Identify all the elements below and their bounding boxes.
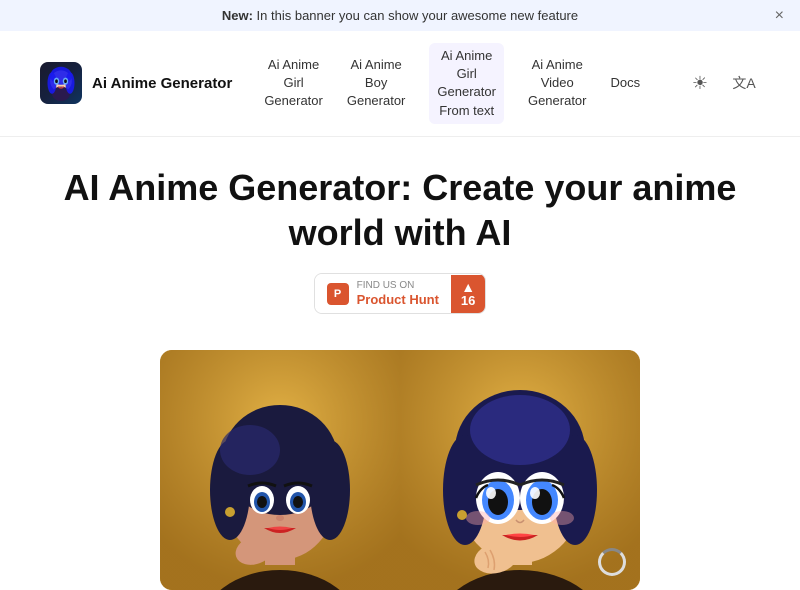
ph-text: FIND US ON Product Hunt — [357, 280, 439, 308]
ph-count-number: 16 — [461, 294, 475, 307]
preview-real-photo — [160, 350, 400, 590]
sun-icon: ☀ — [692, 73, 708, 94]
ph-logo-icon: P — [327, 283, 349, 305]
ph-badge-left: P FIND US ON Product Hunt — [315, 274, 451, 314]
banner-text: New: In this banner you can show your aw… — [222, 8, 578, 23]
logo-image — [40, 62, 82, 104]
nav-item-girl-generator[interactable]: Ai AnimeGirlGenerator — [264, 56, 323, 111]
nav-links: Ai AnimeGirlGenerator Ai AnimeBoyGenerat… — [264, 43, 652, 124]
theme-toggle-button[interactable]: ☀ — [684, 67, 716, 99]
nav-item-from-text[interactable]: Ai AnimeGirlGeneratorFrom text — [429, 43, 504, 124]
preview-container — [160, 350, 640, 590]
language-toggle-button[interactable]: 文A — [728, 67, 760, 99]
banner-close-button[interactable]: × — [775, 8, 784, 24]
nav-right-icons: ☀ 文A — [684, 67, 760, 99]
hero-section: AI Anime Generator: Create your anime wo… — [0, 137, 800, 351]
main-nav: Ai Anime Generator Ai AnimeGirlGenerator… — [0, 31, 800, 137]
nav-item-video-generator[interactable]: Ai AnimeVideoGenerator — [528, 56, 587, 111]
logo-link[interactable]: Ai Anime Generator — [40, 62, 232, 104]
announcement-banner: New: In this banner you can show your aw… — [0, 0, 800, 31]
nav-item-docs[interactable]: Docs — [611, 74, 641, 92]
product-hunt-badge[interactable]: P FIND US ON Product Hunt ▲ 16 — [314, 273, 487, 315]
hero-title: AI Anime Generator: Create your anime wo… — [40, 165, 760, 255]
logo-text: Ai Anime Generator — [92, 75, 232, 92]
ph-arrow-icon: ▲ — [461, 280, 475, 294]
image-preview-section — [0, 350, 800, 590]
nav-item-boy-generator[interactable]: Ai AnimeBoyGenerator — [347, 56, 406, 111]
translate-icon: 文A — [732, 73, 755, 93]
ph-upvote-count: ▲ 16 — [451, 275, 485, 313]
